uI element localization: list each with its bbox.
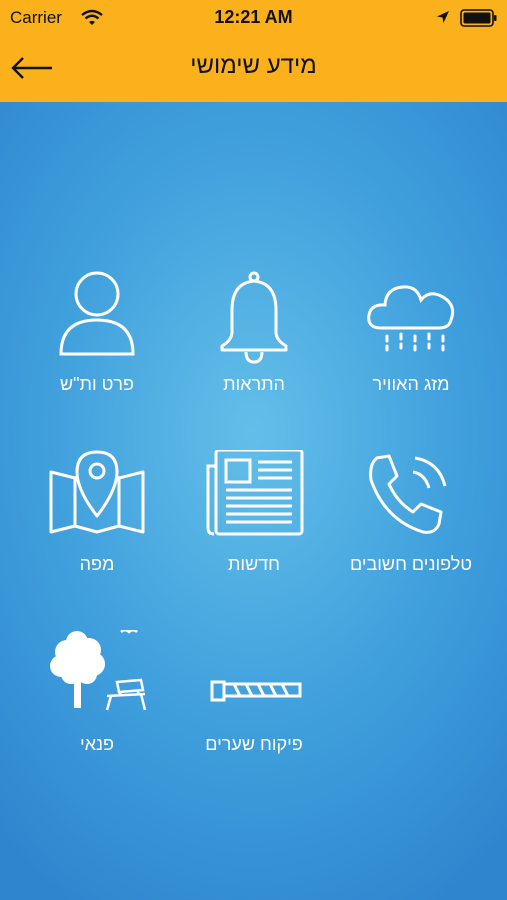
status-time: 12:21 AM bbox=[214, 7, 293, 27]
location-arrow-icon bbox=[437, 11, 449, 23]
page-title: מידע שימושי bbox=[190, 52, 317, 79]
tile-leisure[interactable]: פנאי bbox=[17, 630, 177, 780]
status-bar: Carrier 12:21 AM bbox=[0, 0, 507, 34]
park-bench-icon bbox=[50, 630, 147, 711]
battery-icon bbox=[460, 9, 497, 27]
nav-bar: מידע שימושי bbox=[0, 34, 507, 102]
top-bar: Carrier 12:21 AM מידע שימושי bbox=[0, 0, 507, 102]
screen: Carrier 12:21 AM מידע שימושי מזג האוויר … bbox=[0, 0, 507, 900]
tile-label: פרט ות"ש bbox=[60, 374, 134, 394]
tile-label: פנאי bbox=[80, 734, 114, 754]
tile-map[interactable]: מפה bbox=[17, 450, 177, 600]
phone-icon bbox=[369, 454, 447, 534]
tile-label: טלפונים חשובים bbox=[349, 554, 473, 574]
tile-label: מזג האוויר bbox=[372, 374, 450, 394]
bell-icon bbox=[220, 271, 288, 364]
newspaper-icon bbox=[206, 450, 304, 536]
map-pin-icon bbox=[49, 450, 145, 534]
tile-label: מפה bbox=[79, 554, 115, 574]
tile-label: חדשות bbox=[227, 554, 281, 574]
tile-important-phones[interactable]: טלפונים חשובים bbox=[331, 450, 491, 600]
tile-alerts[interactable]: התראות bbox=[174, 270, 334, 420]
person-icon bbox=[59, 271, 135, 356]
tile-label: פיקוח שערים bbox=[205, 734, 303, 754]
tile-personal[interactable]: פרט ות"ש bbox=[17, 270, 177, 420]
tile-weather[interactable]: מזג האוויר bbox=[331, 270, 491, 420]
tile-news[interactable]: חדשות bbox=[174, 450, 334, 600]
tile-label: התראות bbox=[223, 374, 285, 394]
barrier-gate-icon bbox=[210, 680, 302, 702]
cloud-rain-icon bbox=[367, 285, 455, 352]
tile-gate-control[interactable]: פיקוח שערים bbox=[174, 630, 334, 780]
